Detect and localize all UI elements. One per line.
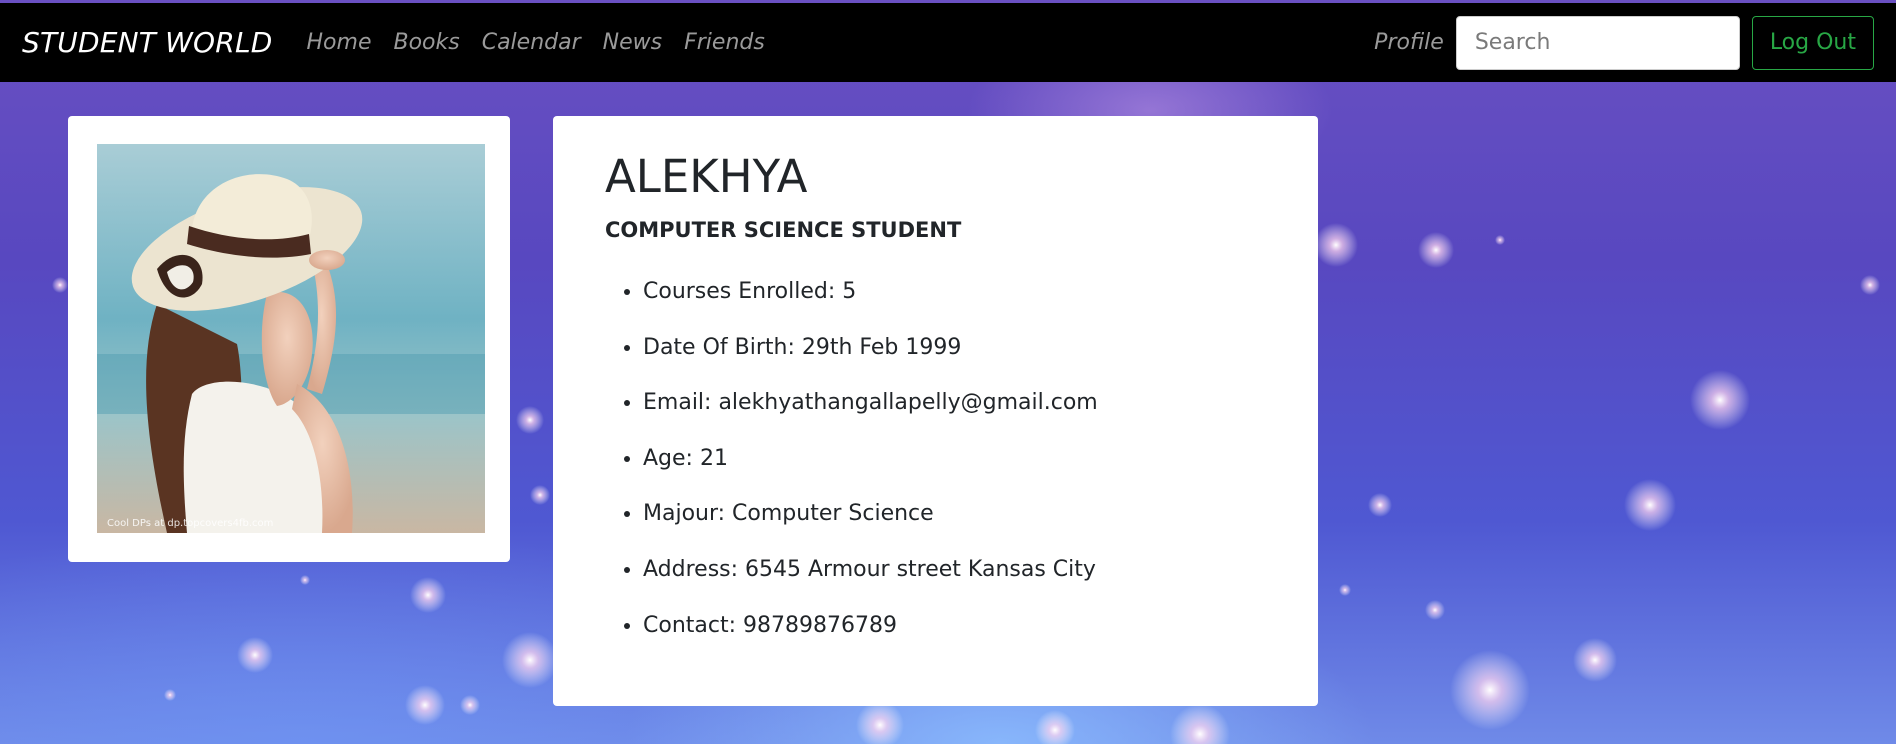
logout-button[interactable]: Log Out [1751,15,1874,70]
detail-email: Email: alekhyathangallapelly@gmail.com [643,389,1266,417]
detail-age: Age: 21 [643,445,1266,473]
profile-info-card: ALEKHYA COMPUTER SCIENCE STUDENT Courses… [553,116,1318,706]
detail-address: Address: 6545 Armour street Kansas City [643,556,1266,584]
profile-details-list: Courses Enrolled: 5 Date Of Birth: 29th … [605,278,1266,640]
search-input[interactable] [1455,15,1740,70]
nav-links: Home Books Calendar News Friends [307,30,765,55]
profile-photo-card: Cool DPs at dp.topcovers4fb.com [68,116,510,562]
nav-link-news[interactable]: News [603,30,662,55]
profile-photo: Cool DPs at dp.topcovers4fb.com [97,144,485,533]
nav-link-profile[interactable]: Profile [1374,30,1444,55]
detail-dob: Date Of Birth: 29th Feb 1999 [643,334,1266,362]
nav-link-friends[interactable]: Friends [684,30,765,55]
profile-name: ALEKHYA [605,150,808,203]
nav-right: Profile Log Out [1374,15,1874,70]
top-navbar: STUDENT WORLD Home Books Calendar News F… [0,3,1896,82]
nav-link-calendar[interactable]: Calendar [482,30,581,55]
photo-watermark: Cool DPs at dp.topcovers4fb.com [107,518,274,529]
profile-title: COMPUTER SCIENCE STUDENT [605,218,962,242]
nav-link-books[interactable]: Books [393,30,459,55]
brand-logo[interactable]: STUDENT WORLD [22,26,273,59]
detail-courses: Courses Enrolled: 5 [643,278,1266,306]
nav-link-home[interactable]: Home [307,30,372,55]
detail-contact: Contact: 98789876789 [643,612,1266,640]
detail-major: Majour: Computer Science [643,500,1266,528]
